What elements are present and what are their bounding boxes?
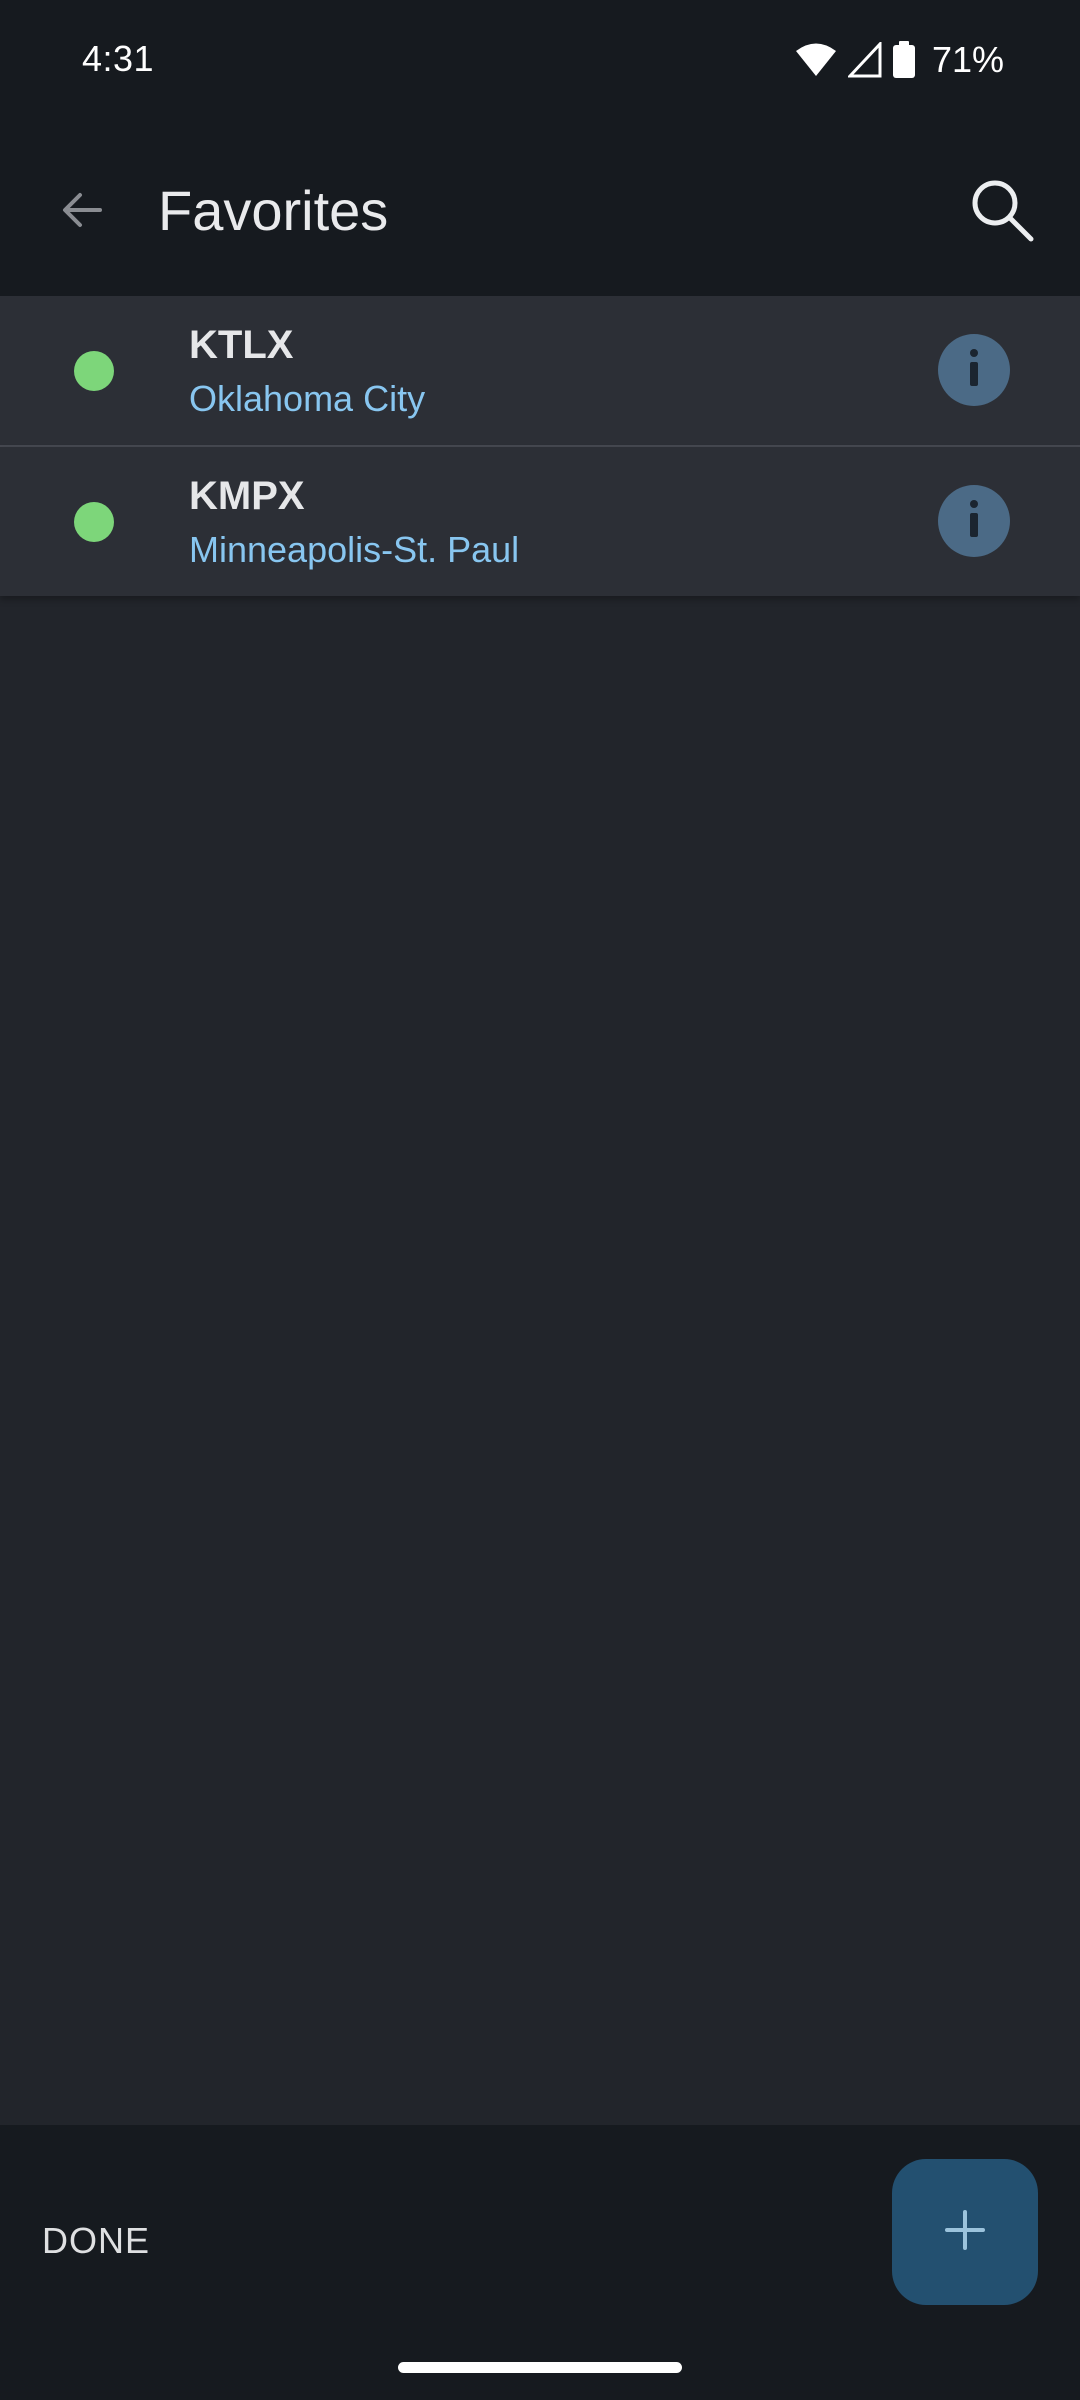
bottom-bar: DONE xyxy=(0,2125,1080,2400)
battery-icon xyxy=(892,41,916,79)
status-icons: 71% xyxy=(794,39,1004,80)
app-bar: Favorites xyxy=(0,128,1080,296)
search-icon xyxy=(967,175,1037,250)
plus-icon xyxy=(943,2208,987,2257)
list-item[interactable]: KMPX Minneapolis-St. Paul xyxy=(0,447,1080,596)
status-indicator xyxy=(74,351,114,391)
back-button[interactable] xyxy=(36,166,128,258)
station-city: Minneapolis-St. Paul xyxy=(189,529,520,570)
station-callsign: KTLX xyxy=(189,323,294,367)
favorites-screen: 4:31 71% Favorites KTLX Oklahoma City KM… xyxy=(0,0,1080,2400)
search-button[interactable] xyxy=(954,164,1050,260)
station-city: Oklahoma City xyxy=(189,378,426,419)
signal-icon xyxy=(847,42,882,78)
arrow-back-icon xyxy=(58,186,106,239)
done-button[interactable]: DONE xyxy=(42,2210,150,2272)
status-bar: 4:31 71% xyxy=(0,0,1080,128)
status-time: 4:31 xyxy=(82,38,155,79)
info-icon xyxy=(966,348,982,393)
station-callsign: KMPX xyxy=(189,474,305,518)
page-title: Favorites xyxy=(158,179,389,242)
battery-percent: 71% xyxy=(931,39,1004,80)
add-station-button[interactable] xyxy=(892,2159,1038,2305)
station-list: KTLX Oklahoma City KMPX Minneapolis-St. … xyxy=(0,296,1080,596)
info-button[interactable] xyxy=(938,334,1010,406)
wifi-icon xyxy=(794,42,838,78)
home-indicator[interactable] xyxy=(398,2362,682,2373)
status-indicator xyxy=(74,502,114,542)
list-item[interactable]: KTLX Oklahoma City xyxy=(0,296,1080,447)
info-button[interactable] xyxy=(938,485,1010,557)
info-icon xyxy=(966,499,982,544)
